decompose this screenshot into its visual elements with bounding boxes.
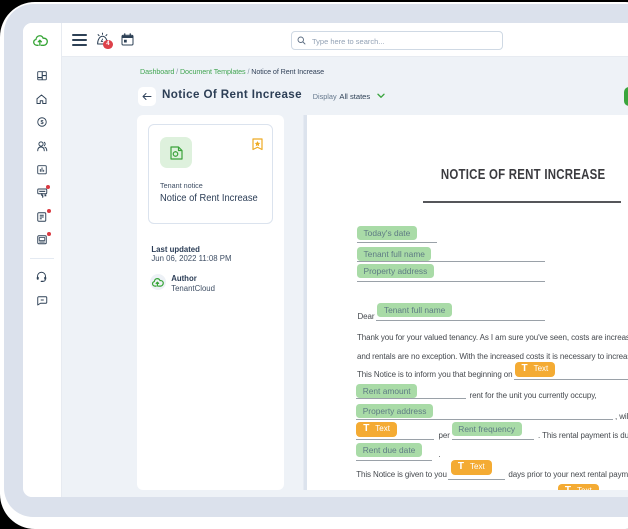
svg-text:$: $ [40, 120, 43, 126]
